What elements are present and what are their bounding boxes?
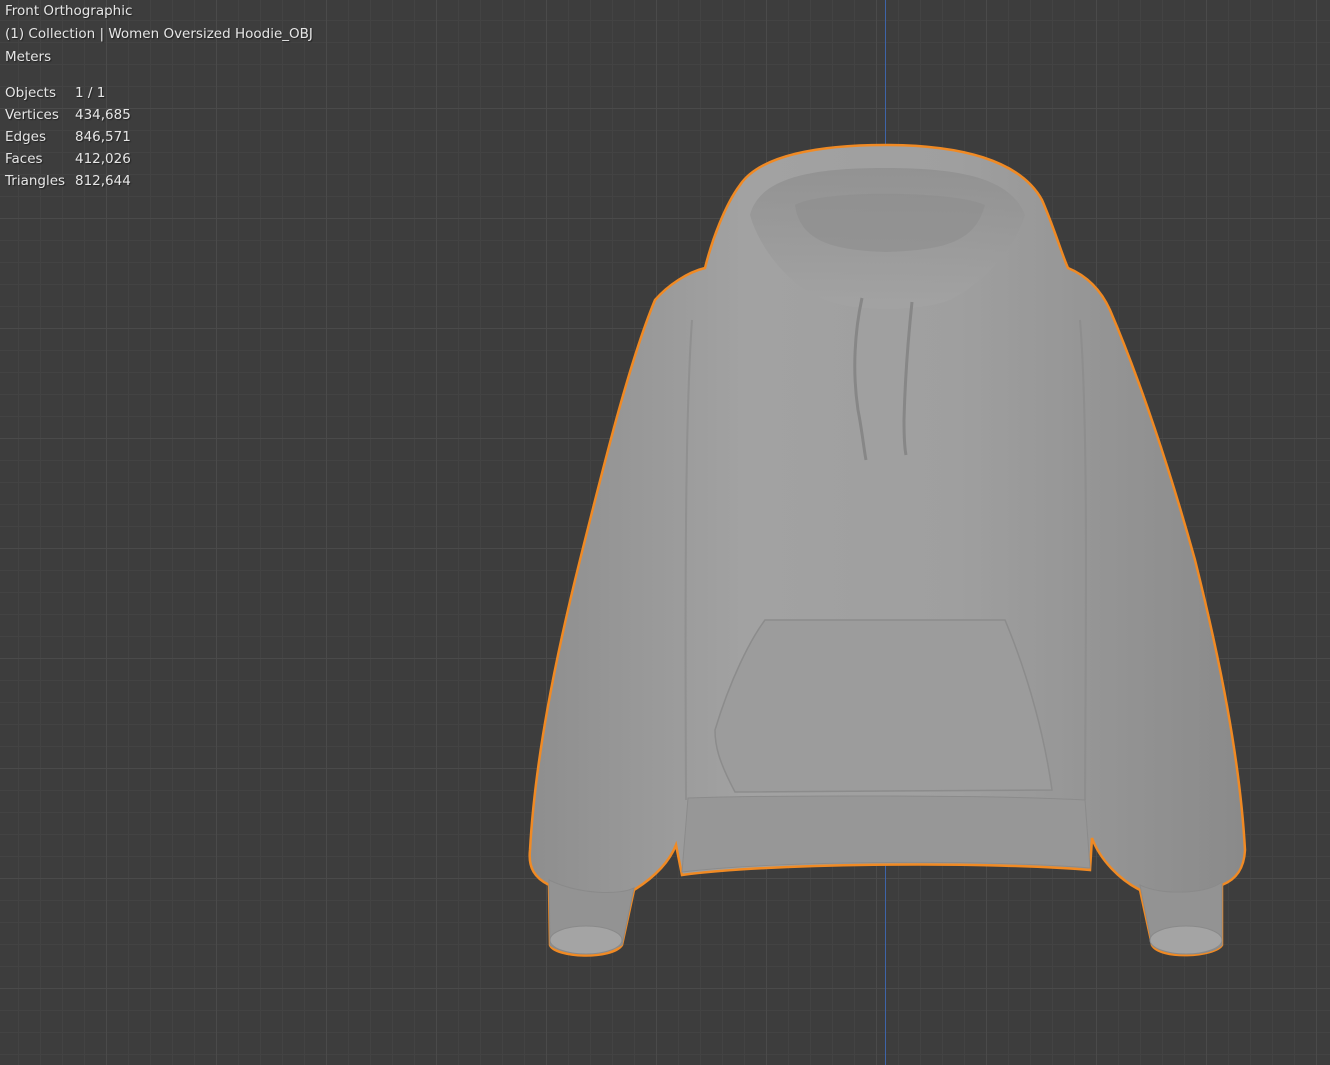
kangaroo-pocket [714,619,1053,793]
stat-label: Objects [5,85,57,101]
stat-row-vertices: Vertices 434,685 [5,104,313,126]
waistband [681,795,1091,873]
3d-viewport[interactable]: Front Orthographic (1) Collection | Wome… [0,0,1330,1065]
viewport-text-overlay: Front Orthographic (1) Collection | Wome… [5,0,313,192]
collection-label: (1) Collection | Women Oversized Hoodie_… [5,26,313,42]
stat-label: Triangles [5,173,66,189]
stat-label: Vertices [5,107,59,123]
stat-value: 412,026 [75,151,131,167]
scene-statistics: Objects 1 / 1 Vertices 434,685 Edges 846… [5,82,313,192]
stat-label: Edges [5,129,47,145]
right-cuff-opening [1149,925,1223,955]
stat-row-edges: Edges 846,571 [5,126,313,148]
view-name: Front Orthographic [5,3,133,19]
stat-row-faces: Faces 412,026 [5,148,313,170]
stat-label: Faces [5,151,43,167]
stat-value: 434,685 [75,107,131,123]
units-label: Meters [5,49,52,65]
stat-row-triangles: Triangles 812,644 [5,170,313,192]
stat-value: 1 / 1 [75,85,106,101]
stat-value: 846,571 [75,129,131,145]
left-cuff-opening [549,925,623,955]
stat-value: 812,644 [75,173,131,189]
stat-row-objects: Objects 1 / 1 [5,82,313,104]
